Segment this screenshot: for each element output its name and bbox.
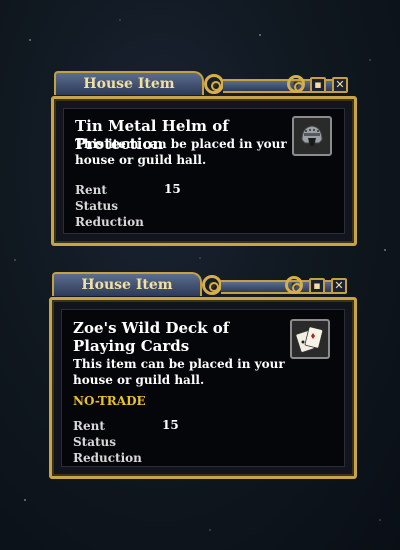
item-panel: Zoe's Wild Deck of Playing Cards This it… [49,297,357,479]
rent-status-value: 15 [164,182,181,196]
house-item-window-2: House Item ▪ ✕ Zoe's Wild Deck of Playin… [49,271,357,479]
item-description: This item can be placed in your house or… [75,137,287,167]
rent-status-label: Rent Status Reduction [75,183,144,229]
no-trade-flag: NO-TRADE [73,394,146,408]
window-header-label: House Item [83,76,175,92]
minimize-button[interactable]: ▪ [309,278,325,294]
window-header-tab[interactable]: House Item [52,272,202,296]
ornament-swirl-icon [202,275,222,295]
ornament-swirl-icon [285,276,303,294]
ornament-swirl-icon [204,74,224,94]
house-item-window-1: House Item ▪ ✕ Tin Metal Helm of Protect… [51,70,357,246]
ornament-swirl-icon [287,75,305,93]
item-panel: Tin Metal Helm of Protection This item c… [51,96,357,246]
helm-icon [301,125,323,146]
item-title: Zoe's Wild Deck of Playing Cards [73,319,230,355]
window-header-label: House Item [81,277,173,293]
item-icon-slot[interactable] [292,116,332,156]
playing-cards-icon [295,326,324,353]
item-panel-inner: Tin Metal Helm of Protection This item c… [63,108,345,234]
item-panel-inner: Zoe's Wild Deck of Playing Cards This it… [61,309,345,467]
minimize-button[interactable]: ▪ [310,77,326,93]
window-header-tab[interactable]: House Item [54,71,204,95]
close-button[interactable]: ✕ [331,278,347,294]
item-description: This item can be placed in your house or… [73,357,285,387]
rent-status-label: Rent Status Reduction [73,419,142,465]
item-icon-slot[interactable] [290,319,330,359]
close-button[interactable]: ✕ [332,77,348,93]
rent-status-value: 15 [162,418,179,432]
